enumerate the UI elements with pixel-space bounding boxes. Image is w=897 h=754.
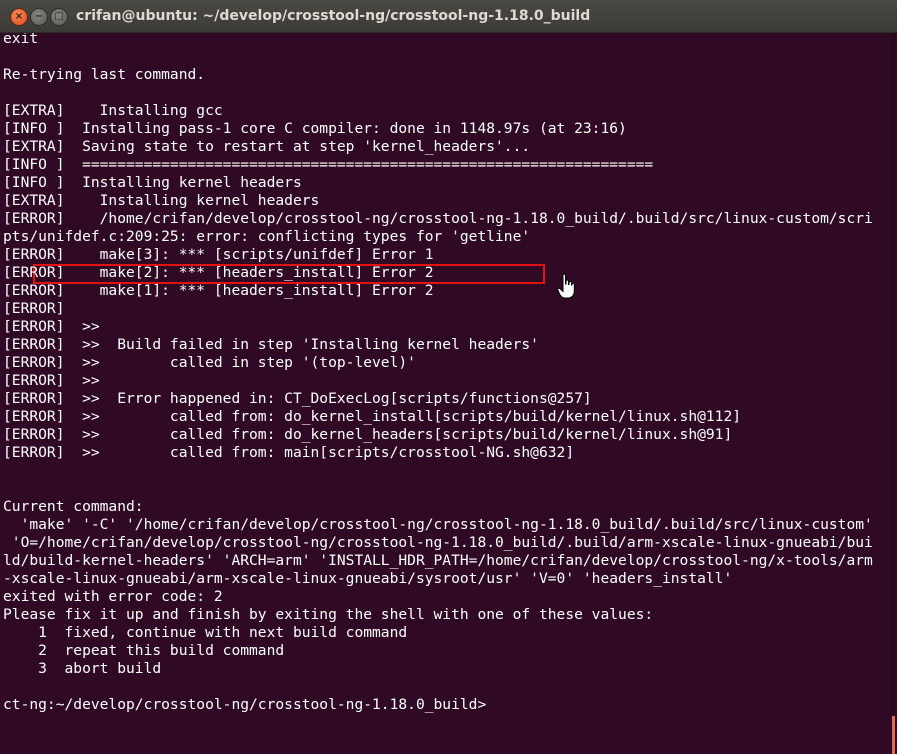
terminal-line: -xscale-linux-gnueabi/arm-xscale-linux-g… [3,570,733,587]
terminal-line: [INFO ] ================================… [3,156,654,173]
terminal-line: 2 repeat this build command [3,642,285,659]
terminal-line: [ERROR] [3,300,65,317]
terminal-line: 3 abort build [3,660,162,677]
maximize-button[interactable]: □ [50,8,68,26]
terminal-line: [ERROR] >> called from: main[scripts/cro… [3,444,575,461]
terminal-line: [EXTRA] Installing gcc [3,102,223,119]
terminal-line: ld/build-kernel-headers' 'ARCH=arm' 'INS… [3,552,873,569]
terminal-line: [ERROR] >> called in step '(top-level)' [3,354,416,371]
terminal-window: × − □ crifan@ubuntu: ~/develop/crosstool… [0,0,897,754]
terminal-line: Please fix it up and finish by exiting t… [3,606,654,623]
terminal-line: [INFO ] Installing pass-1 core C compile… [3,120,627,137]
title-bar[interactable]: × − □ crifan@ubuntu: ~/develop/crosstool… [0,0,897,33]
minimize-button[interactable]: − [30,8,48,26]
terminal-line: [ERROR] >> called from: do_kernel_header… [3,426,733,443]
hand-pointer-icon [557,273,575,299]
terminal-line: [ERROR] >> called from: do_kernel_instal… [3,408,742,425]
terminal-line: [INFO ] Installing kernel headers [3,174,302,191]
terminal-line: [EXTRA] Saving state to restart at step … [3,138,531,155]
terminal-line: [ERROR] make[2]: *** [headers_install] E… [3,264,434,281]
terminal-line: [ERROR] >> Error happened in: CT_DoExecL… [3,390,592,407]
terminal-line: Re-trying last command. [3,66,206,83]
window-title: crifan@ubuntu: ~/develop/crosstool-ng/cr… [76,8,591,24]
terminal-line: [ERROR] /home/crifan/develop/crosstool-n… [3,210,873,227]
scrollbar[interactable] [890,33,897,754]
terminal-line: [ERROR] >> Build failed in step 'Install… [3,336,539,353]
terminal-output[interactable]: exit Re-trying last command. [EXTRA] Insta… [0,33,890,723]
terminal-line: [EXTRA] Installing kernel headers [3,192,320,209]
terminal-line: [ERROR] >> [3,372,100,389]
terminal-line: [ERROR] make[1]: *** [headers_install] E… [3,282,434,299]
terminal-line: ct-ng:~/develop/crosstool-ng/crosstool-n… [3,696,487,713]
terminal-line: pts/unifdef.c:209:25: error: conflicting… [3,228,531,245]
terminal-line: 'O=/home/crifan/develop/crosstool-ng/cro… [3,534,873,551]
terminal-line: [ERROR] make[3]: *** [scripts/unifdef] E… [3,246,434,263]
terminal-line: 'make' '-C' '/home/crifan/develop/crosst… [3,516,873,533]
terminal-line: exit [3,33,39,47]
close-button[interactable]: × [10,8,28,26]
terminal-line: Current command: [3,498,144,515]
terminal-line: [ERROR] >> [3,318,100,335]
terminal-line: 1 fixed, continue with next build comman… [3,624,408,641]
scrollbar-thumb[interactable] [892,716,895,754]
terminal-line: exited with error code: 2 [3,588,223,605]
